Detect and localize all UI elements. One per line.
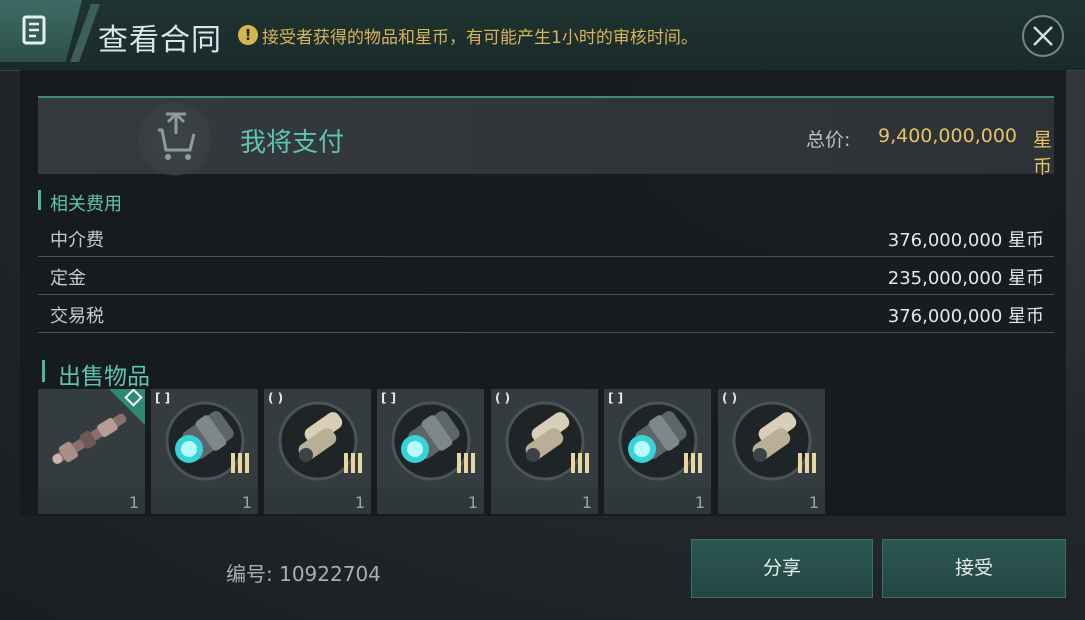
item-slot-type: [ ] xyxy=(608,391,624,405)
review-notice: ! 接受者获得的物品和星币，有可能产生1小时的审核时间。 xyxy=(238,24,698,48)
fee-value: 376,000,000 星币 xyxy=(887,306,1044,327)
fee-name: 中介费 xyxy=(50,230,104,251)
accept-button[interactable]: 接受 xyxy=(882,539,1066,598)
item-slot[interactable]: ( ) 1 xyxy=(491,389,598,514)
item-slot[interactable]: [ ] 1 xyxy=(151,389,258,514)
diamond-icon xyxy=(124,389,143,407)
item-count: 1 xyxy=(581,493,592,512)
fee-value: 235,000,000 星币 xyxy=(887,268,1044,289)
fee-name: 定金 xyxy=(50,268,86,289)
fee-name: 交易税 xyxy=(50,306,104,327)
total-price-label: 总价: xyxy=(806,129,851,151)
item-slot-type: ( ) xyxy=(495,391,511,405)
pay-label: 我将支付 xyxy=(240,128,345,158)
scroll-document-icon xyxy=(22,15,46,45)
notice-text: 接受者获得的物品和星币，有可能产生1小时的审核时间。 xyxy=(262,27,698,48)
item-count: 1 xyxy=(808,493,819,512)
items-section-bar xyxy=(42,360,45,382)
item-slot-type: ( ) xyxy=(722,391,738,405)
title-bar: 查看合同 ! 接受者获得的物品和星币，有可能产生1小时的审核时间。 xyxy=(0,0,1085,71)
page-title: 查看合同 xyxy=(98,23,222,58)
fees-title: 相关费用 xyxy=(50,194,122,215)
fee-row: 中介费 376,000,000 星币 xyxy=(38,218,1054,257)
fee-row: 定金 235,000,000 星币 xyxy=(38,256,1054,295)
item-slot[interactable]: ( ) 1 xyxy=(718,389,825,514)
item-count: 1 xyxy=(354,493,365,512)
total-price-currency: 星币 xyxy=(1033,129,1053,178)
fee-row: 交易税 376,000,000 星币 xyxy=(38,294,1054,333)
item-slot-type: ( ) xyxy=(268,391,284,405)
close-icon xyxy=(1033,26,1053,46)
contract-id: 编号: 10922704 xyxy=(226,562,381,586)
close-button[interactable] xyxy=(1022,15,1064,57)
item-count: 1 xyxy=(694,493,705,512)
item-slot[interactable]: [ ] 1 xyxy=(604,389,711,514)
item-slot-type: [ ] xyxy=(155,391,171,405)
contract-tab xyxy=(0,0,82,62)
warning-icon: ! xyxy=(238,25,258,45)
item-slot-type: [ ] xyxy=(381,391,397,405)
item-slot[interactable]: 1 xyxy=(38,389,145,514)
cart-upload-icon xyxy=(158,112,196,160)
payment-card: 我将支付 总价: 9,400,000,000 星币 xyxy=(38,84,1054,194)
item-count: 1 xyxy=(467,493,478,512)
items-title: 出售物品 xyxy=(58,364,150,390)
item-slot[interactable]: ( ) 1 xyxy=(264,389,371,514)
fee-value: 376,000,000 星币 xyxy=(887,230,1044,251)
item-count: 1 xyxy=(241,493,252,512)
item-slot[interactable]: [ ] 1 xyxy=(377,389,484,514)
item-count: 1 xyxy=(128,493,139,512)
total-price-value: 9,400,000,000 xyxy=(878,125,1018,147)
share-button[interactable]: 分享 xyxy=(691,539,873,598)
fees-section-bar xyxy=(38,190,41,210)
